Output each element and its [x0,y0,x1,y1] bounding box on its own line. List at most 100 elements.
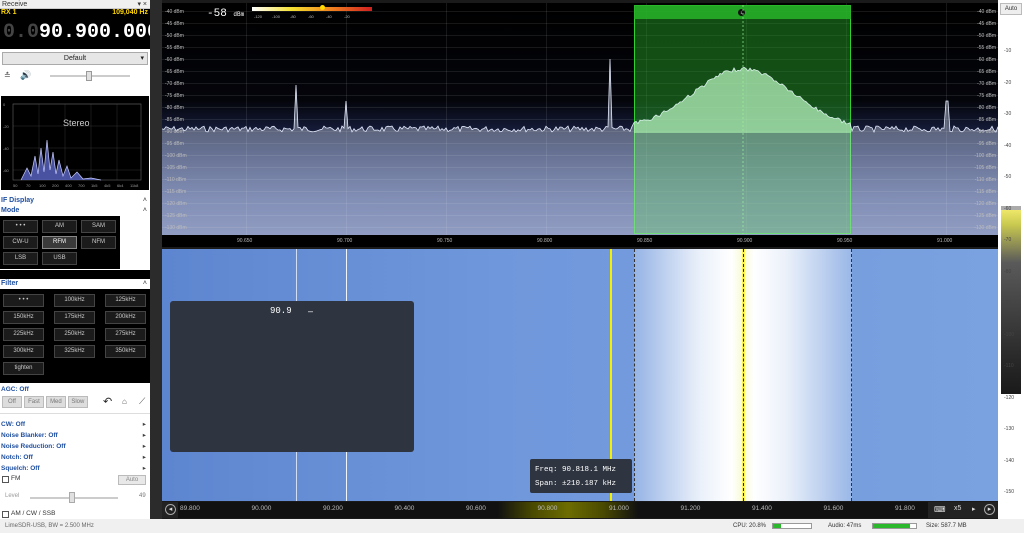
zoom-level[interactable]: x5 [954,505,961,512]
filter-275khz-button[interactable]: 275kHz [105,328,146,341]
audio-x-tick: 1k5 [91,183,98,188]
spectrum-freq-tick: 90.650 [237,238,253,244]
level-row: Level 49 [0,490,150,504]
spectrum-display[interactable]: 1 -58 dBm -120 -100 -80 -60 -40 -20 -40 dBm -4… [162,3,998,247]
tooltip-freq: Freq: 90.818.1 MHz [535,466,617,474]
filter-panel-bottom [0,379,150,383]
am-cw-ssb-checkbox[interactable] [2,511,9,518]
filter-300khz-button[interactable]: 300kHz [3,345,44,358]
filter-225khz-button[interactable]: 225kHz [3,328,44,341]
mode-sam-button[interactable]: SAM [81,220,116,233]
db-label-right: -120 dBm [974,201,996,207]
scroll-left-icon[interactable]: ◂ [165,504,176,515]
audio-y-tick: -40 [3,146,10,151]
mode-more-button[interactable]: • • • [3,220,38,233]
db-label-right: -105 dBm [974,165,996,171]
noise-blanker-option[interactable]: Noise Blanker: Off ▸ [0,430,150,441]
spectrum-freq-tick: 90.750 [437,238,453,244]
rx-label: RX 1 [1,9,17,16]
right-level-tick: -70 [1004,237,1012,243]
right-level-tick: -50 [1004,174,1012,180]
bottom-freq-tick: 90.400 [394,505,415,512]
if-display-header[interactable]: IF Display ˄ [0,196,150,206]
fm-label: FM [11,475,21,482]
graph-icon[interactable]: ⟋ [139,396,145,407]
squelch-option[interactable]: Squelch: Off ▸ [0,463,150,474]
frequency-ruler[interactable]: 89.800 90.000 90.200 90.400 90.600 90.800 91.0… [178,502,928,518]
right-level-tick: -40 [1004,142,1012,149]
zoom-step-right-icon[interactable]: ▸ [972,505,976,513]
audio-x-tick: 100 [39,183,46,188]
filter-250khz-button[interactable]: 250kHz [54,328,95,341]
filter-175khz-button[interactable]: 175kHz [54,311,95,324]
filter-325khz-button[interactable]: 325kHz [54,345,95,358]
bottom-freq-tick: 91.400 [752,505,772,512]
audio-x-tick: 4k5 [104,183,111,188]
agc-off-button[interactable]: Off [2,396,22,408]
s-meter-tick: -60 [308,14,314,19]
filter-200khz-button[interactable]: 200kHz [105,311,146,324]
mode-cw-u-button[interactable]: CW-U [3,236,38,249]
waterfall-display[interactable]: 90.9 – Freq: 90.818.1 MHz Span: ±210.187… [162,249,998,501]
filter-tighten-button[interactable]: tighten [3,362,44,375]
noise-reduction-option[interactable]: Noise Reduction: Off ▸ [0,441,150,452]
mode-lsb-button[interactable]: LSB [3,252,38,265]
agc-med-button[interactable]: Med [45,396,66,408]
speaker-icon[interactable]: 🔊 [20,70,31,81]
bottom-freq-tick: 91.600 [823,505,844,512]
db-label-left: -65 dBm [165,69,184,75]
right-level-tick: -10 [1004,48,1012,54]
bottom-frequency-bar: ◂ 89.800 90.000 90.200 90.400 90.600 90.800 91… [162,502,998,518]
volume-slider-handle[interactable] [86,71,92,81]
auto-range-button[interactable]: Auto [1000,3,1022,15]
mode-rfm-button[interactable]: RFM [42,236,77,249]
db-label-right: -115 dBm [974,189,996,195]
preset-dropdown[interactable]: Default ▾ [2,52,148,65]
db-label-right: -40 dBm [977,9,996,15]
db-label-right: -65 dBm [977,69,996,75]
db-label-right: -55 dBm [977,45,996,51]
agc-slow-button[interactable]: Slow [67,396,88,408]
filter-150khz-button[interactable]: 150kHz [3,311,44,324]
audio-y-tick: -60 [3,168,10,173]
filter-125khz-button[interactable]: 125kHz [105,294,146,307]
db-label-left: -55 dBm [165,45,184,51]
undo-icon[interactable]: ↶ [103,395,112,408]
mode-header[interactable]: Mode ˄ [0,206,150,216]
filter-100khz-button[interactable]: 100kHz [54,294,95,307]
mode-usb-button[interactable]: USB [42,252,77,265]
mode-nfm-button[interactable]: NFM [81,236,116,249]
filter-350khz-button[interactable]: 350kHz [105,345,146,358]
frequency-digits: 90.900.000 [39,21,150,44]
panel-splitter[interactable] [150,0,162,519]
filter-more-button[interactable]: • • • [3,294,44,307]
bottom-freq-tick: 89.800 [180,505,200,512]
cw-option[interactable]: CW: Off ▸ [0,419,150,430]
notch-option[interactable]: Notch: Off ▸ [0,452,150,463]
left-control-panel: Receive ▾ × RX 1 109,040 Hz 0.090.900.00… [0,0,150,533]
keyboard-icon[interactable]: ⌨ [934,505,946,514]
noise-reduction-label: Noise Reduction: Off [1,443,66,450]
equalizer-icon[interactable]: ≛ [4,71,11,80]
chevron-right-icon: ▸ [142,443,146,450]
device-info: LimeSDR-USB, BW = 2.500 MHz [5,523,94,529]
right-level-tick: -150 [1004,489,1015,495]
bottom-freq-tick: 91.200 [680,505,701,512]
right-level-bar: Auto -10 -20 -30 -40 -50 -60 -70 -80 -90 -100 -110… [998,0,1024,533]
agc-fast-button[interactable]: Fast [23,396,44,408]
scroll-right-icon[interactable]: ▸ [984,504,995,515]
agc-header[interactable]: AGC: Off [0,384,150,395]
frequency-display[interactable]: 0.090.900.000 [0,17,150,49]
panel-controls-icon[interactable]: ▾ × [137,0,147,9]
auto-button[interactable]: Auto [118,475,146,485]
fm-checkbox[interactable] [2,476,9,483]
filter-header[interactable]: Filter ˄ [0,279,150,289]
db-label-left: -75 dBm [165,93,184,99]
gain-tool-icon[interactable]: ⌂ [122,397,127,406]
right-level-tick: -110 [1004,363,1014,369]
options-list: CW: Off ▸ Noise Blanker: Off ▸ Noise Reduc… [0,419,150,474]
level-slider-handle[interactable] [69,492,75,503]
level-label: Level [5,493,20,499]
chevron-down-icon: ▾ [140,55,144,62]
mode-am-button[interactable]: AM [42,220,77,233]
